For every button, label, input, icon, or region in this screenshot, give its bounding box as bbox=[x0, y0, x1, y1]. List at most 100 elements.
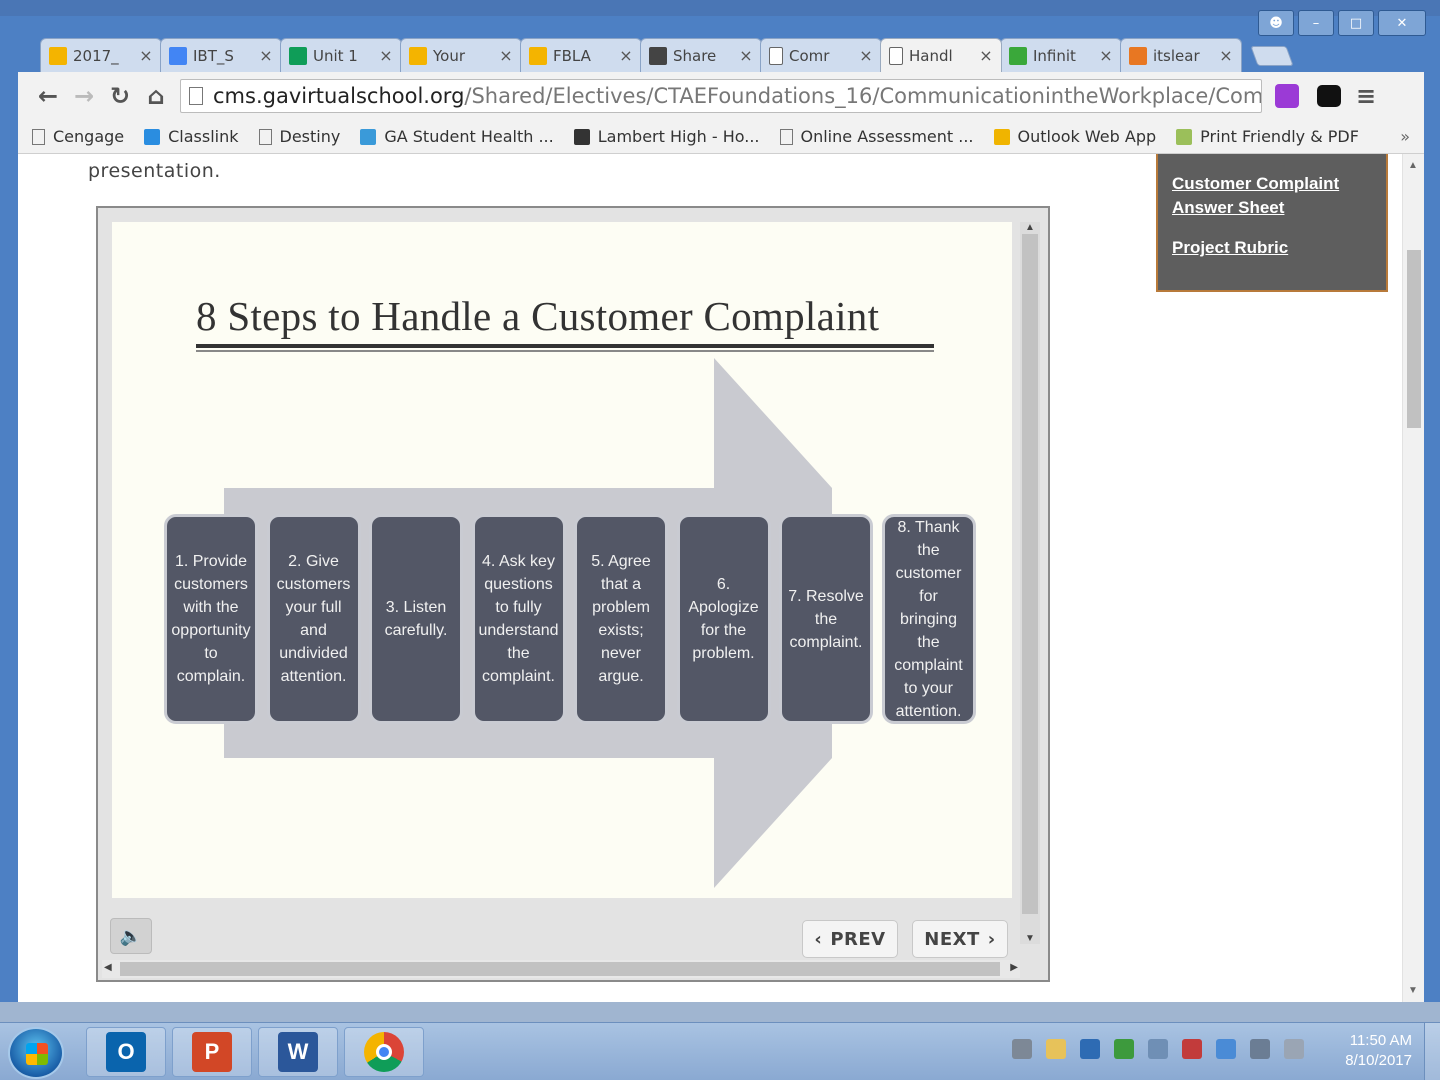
back-button[interactable]: ← bbox=[30, 78, 66, 114]
scroll-thumb[interactable] bbox=[1407, 250, 1421, 428]
sync-tray-icon[interactable] bbox=[1216, 1039, 1236, 1059]
outlook-tray-icon[interactable] bbox=[1080, 1039, 1100, 1059]
bookmarks-overflow-button[interactable]: » bbox=[1400, 127, 1410, 146]
tab-0[interactable]: 2017_ × bbox=[40, 38, 162, 72]
tab-6[interactable]: Comr × bbox=[760, 38, 882, 72]
next-button[interactable]: NEXT › bbox=[912, 920, 1008, 958]
close-tab-icon[interactable]: × bbox=[739, 46, 753, 65]
sound-button[interactable]: 🔈 bbox=[110, 918, 152, 954]
new-tab-button[interactable] bbox=[1250, 46, 1294, 66]
close-tab-icon[interactable]: × bbox=[859, 46, 873, 65]
prev-button[interactable]: ‹ PREV bbox=[802, 920, 898, 958]
start-button[interactable] bbox=[8, 1027, 64, 1079]
scroll-down-arrow-icon[interactable]: ▼ bbox=[1025, 933, 1035, 944]
scroll-left-arrow-icon[interactable]: ◀ bbox=[104, 962, 112, 973]
tab-4[interactable]: FBLA × bbox=[520, 38, 642, 72]
system-tray bbox=[1012, 1039, 1304, 1059]
browser-toolbar: ← → ↻ ⌂ cms.gavirtualschool.org/Shared/E… bbox=[18, 72, 1424, 120]
tab-9[interactable]: itslear × bbox=[1120, 38, 1242, 72]
tab-8[interactable]: Infinit × bbox=[1000, 38, 1122, 72]
scroll-up-arrow-icon[interactable]: ▲ bbox=[1025, 222, 1035, 233]
background-window-strip bbox=[0, 1002, 1440, 1022]
profile-button[interactable]: ☻ bbox=[1258, 10, 1294, 36]
scroll-right-arrow-icon[interactable]: ▶ bbox=[1010, 962, 1018, 973]
show-desktop-button[interactable] bbox=[1424, 1023, 1440, 1080]
close-tab-icon[interactable]: × bbox=[1219, 46, 1233, 65]
scroll-thumb[interactable] bbox=[120, 962, 1000, 976]
tab-7[interactable]: Handl × bbox=[880, 38, 1002, 72]
bookmark-label: Destiny bbox=[279, 127, 341, 146]
url-path: /Shared/Electives/CTAEFoundations_16/Com… bbox=[464, 84, 1262, 108]
home-button[interactable]: ⌂ bbox=[138, 78, 174, 114]
customer-complaint-answer-sheet-link[interactable]: Customer Complaint Answer Sheet bbox=[1172, 172, 1372, 220]
alert-tray-icon[interactable] bbox=[1182, 1039, 1202, 1059]
bookmark-6[interactable]: Outlook Web App bbox=[993, 127, 1156, 146]
bookmark-4[interactable]: Lambert High - Ho... bbox=[573, 127, 760, 146]
slides-icon bbox=[529, 46, 547, 65]
bookmark-5[interactable]: Online Assessment ... bbox=[779, 127, 974, 146]
extension-puzzle-icon[interactable] bbox=[1270, 79, 1304, 113]
close-tab-icon[interactable]: × bbox=[619, 46, 633, 65]
prev-label: PREV bbox=[830, 928, 886, 950]
tab-2[interactable]: Unit 1 × bbox=[280, 38, 402, 72]
printer-tray-icon[interactable] bbox=[1012, 1039, 1032, 1059]
player-horizontal-scrollbar[interactable]: ◀ ▶ bbox=[102, 960, 1020, 978]
scroll-thumb[interactable] bbox=[1022, 234, 1038, 914]
close-tab-icon[interactable]: × bbox=[139, 46, 153, 65]
extension-screencast-icon[interactable] bbox=[1312, 79, 1346, 113]
system-clock[interactable]: 11:50 AM 8/10/2017 bbox=[1328, 1031, 1412, 1071]
classlink-icon bbox=[144, 128, 161, 145]
outlook-icon bbox=[993, 128, 1010, 145]
close-tab-icon[interactable]: × bbox=[1099, 46, 1113, 65]
tab-label: Infinit bbox=[1033, 46, 1076, 65]
bookmark-label: Lambert High - Ho... bbox=[597, 127, 760, 146]
mail-tray-icon[interactable] bbox=[1046, 1039, 1066, 1059]
bookmark-7[interactable]: Print Friendly & PDF bbox=[1176, 127, 1359, 146]
bookmark-label: Online Assessment ... bbox=[800, 127, 974, 146]
close-tab-icon[interactable]: × bbox=[979, 46, 993, 65]
player-controls: 🔈 ‹ PREV NEXT › bbox=[98, 908, 1018, 958]
taskbar: O P W 11:50 AM 8/10/2017 bbox=[0, 1022, 1440, 1080]
resource-links-box: Customer Complaint Answer Sheet Project … bbox=[1156, 154, 1388, 292]
bookmark-0[interactable]: Cengage bbox=[32, 127, 124, 146]
word-icon: W bbox=[278, 1032, 318, 1072]
tab-5[interactable]: Share × bbox=[640, 38, 762, 72]
bookmark-2[interactable]: Destiny bbox=[258, 127, 341, 146]
page-icon bbox=[769, 46, 783, 65]
tab-label: itslear bbox=[1153, 46, 1200, 65]
close-tab-icon[interactable]: × bbox=[259, 46, 273, 65]
forward-button[interactable]: → bbox=[66, 78, 102, 114]
tab-label: FBLA bbox=[553, 46, 591, 65]
school-icon bbox=[649, 46, 667, 65]
project-rubric-link[interactable]: Project Rubric bbox=[1172, 236, 1372, 260]
tab-3[interactable]: Your × bbox=[400, 38, 522, 72]
minimize-button[interactable]: – bbox=[1298, 10, 1334, 36]
word-taskbar-button[interactable]: W bbox=[258, 1027, 338, 1077]
security-tray-icon[interactable] bbox=[1114, 1039, 1134, 1059]
intro-text: presentation. bbox=[88, 160, 221, 182]
tab-label: Share bbox=[673, 46, 717, 65]
bookmark-3[interactable]: GA Student Health ... bbox=[360, 127, 554, 146]
maximize-button[interactable]: □ bbox=[1338, 10, 1374, 36]
volume-muted-tray-icon[interactable] bbox=[1284, 1039, 1304, 1059]
address-bar[interactable]: cms.gavirtualschool.org/Shared/Electives… bbox=[180, 79, 1262, 113]
page-scrollbar[interactable]: ▲ ▼ bbox=[1402, 154, 1424, 1002]
powerpoint-icon: P bbox=[192, 1032, 232, 1072]
scroll-down-arrow-icon[interactable]: ▼ bbox=[1408, 985, 1418, 996]
player-vertical-scrollbar[interactable]: ▲ ▼ bbox=[1020, 222, 1040, 944]
display-tray-icon[interactable] bbox=[1250, 1039, 1270, 1059]
powerpoint-taskbar-button[interactable]: P bbox=[172, 1027, 252, 1077]
reload-button[interactable]: ↻ bbox=[102, 78, 138, 114]
close-window-button[interactable]: ✕ bbox=[1378, 10, 1426, 36]
network-tray-icon[interactable] bbox=[1148, 1039, 1168, 1059]
outlook-taskbar-button[interactable]: O bbox=[86, 1027, 166, 1077]
chrome-taskbar-button[interactable] bbox=[344, 1027, 424, 1077]
close-tab-icon[interactable]: × bbox=[379, 46, 393, 65]
bookmarks-bar: Cengage Classlink Destiny GA Student Health… bbox=[18, 120, 1424, 154]
bookmark-1[interactable]: Classlink bbox=[144, 127, 239, 146]
scroll-up-arrow-icon[interactable]: ▲ bbox=[1408, 160, 1418, 171]
chrome-menu-icon[interactable]: ≡ bbox=[1356, 82, 1376, 110]
close-tab-icon[interactable]: × bbox=[499, 46, 513, 65]
windows-logo-icon bbox=[26, 1043, 48, 1065]
tab-1[interactable]: IBT_S × bbox=[160, 38, 282, 72]
